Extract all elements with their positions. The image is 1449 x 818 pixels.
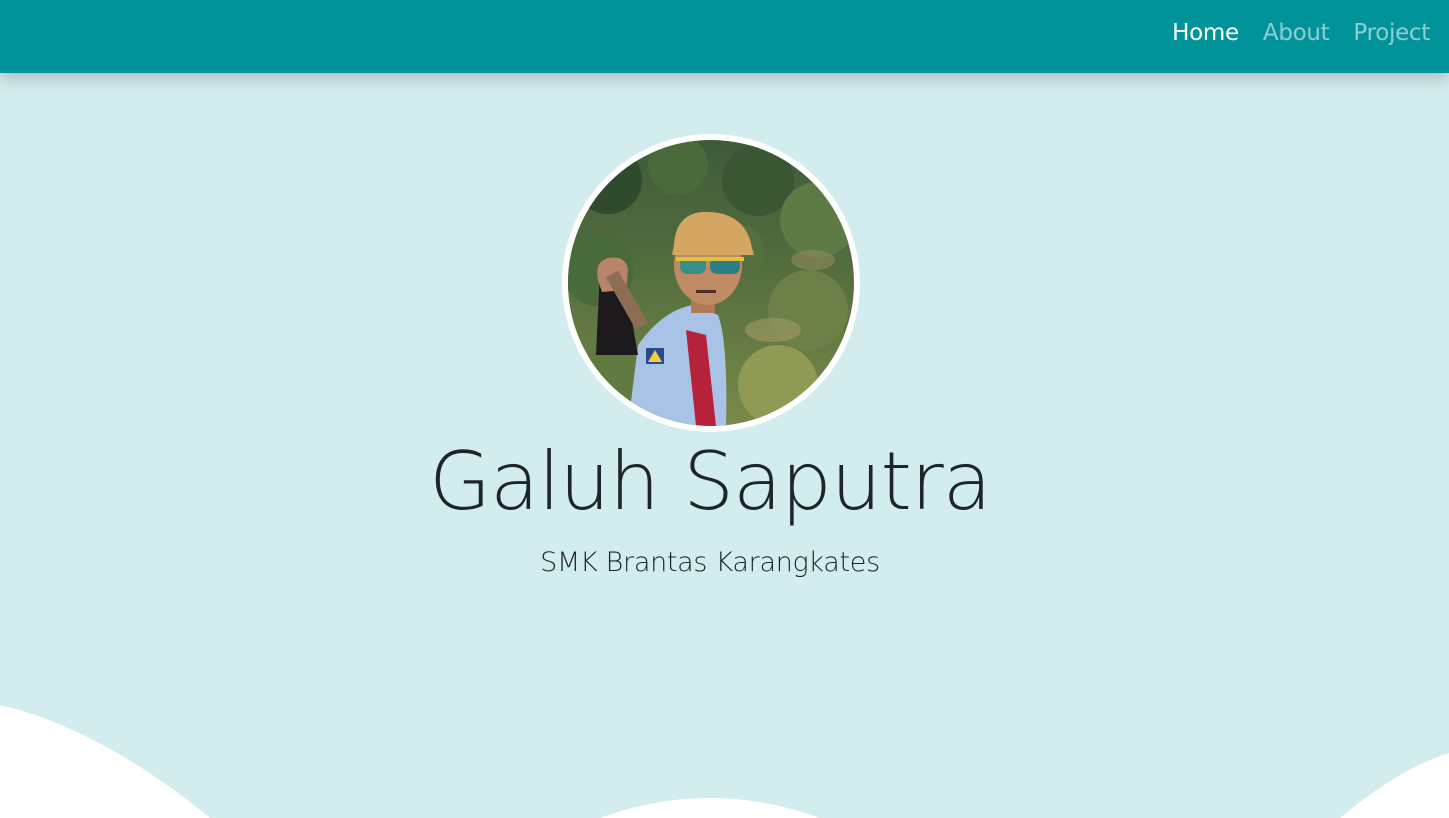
nav-link-about[interactable]: About	[1263, 20, 1330, 46]
nav-link-project[interactable]: Project	[1353, 20, 1430, 46]
avatar	[568, 140, 854, 426]
wave-divider	[0, 705, 1449, 818]
profile-photo-image	[568, 140, 854, 426]
avatar-border	[562, 134, 860, 432]
profile-name: Galuh Saputra	[429, 435, 992, 528]
navbar: Home About Project	[0, 0, 1449, 73]
hero-section: Galuh Saputra SMK Brantas Karangkates	[0, 73, 1449, 818]
nav-links: Home About Project	[1172, 0, 1430, 66]
nav-link-home[interactable]: Home	[1172, 20, 1239, 46]
profile-school: SMK Brantas Karangkates	[540, 547, 880, 578]
